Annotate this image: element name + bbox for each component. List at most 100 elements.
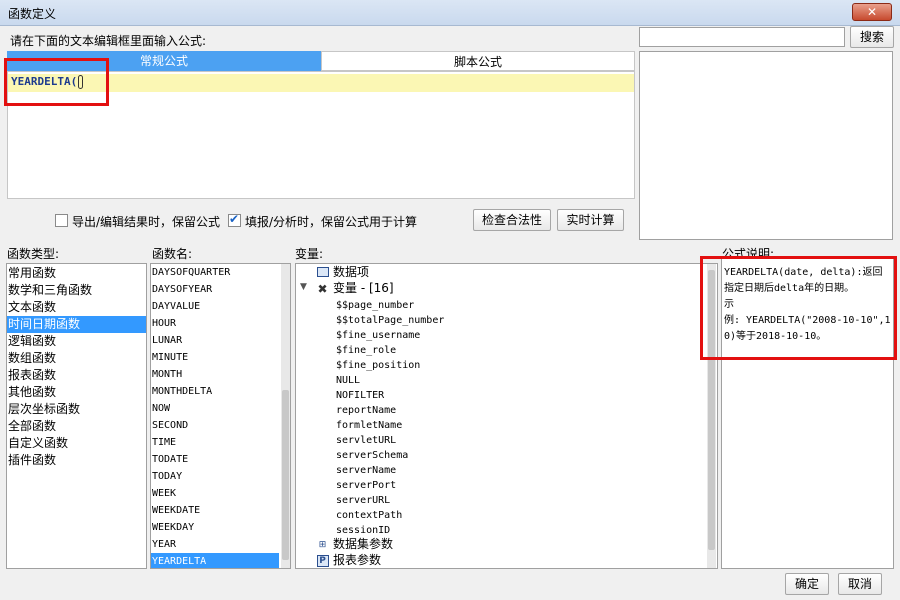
variable-item[interactable]: reportName xyxy=(336,402,396,417)
function-type-item[interactable]: 数学和三角函数 xyxy=(7,282,146,299)
tree-item-data-items[interactable]: 数据项 xyxy=(316,265,369,280)
function-name-item[interactable]: TODATE xyxy=(151,451,279,468)
search-results-panel xyxy=(639,51,893,240)
tree-item-label: 数据项 xyxy=(333,265,370,279)
report-params-icon: P xyxy=(316,554,329,567)
function-type-item[interactable]: 报表函数 xyxy=(7,367,146,384)
variable-item[interactable]: $fine_role xyxy=(336,342,396,357)
variable-item[interactable]: sessionID xyxy=(336,522,390,537)
function-name-item[interactable]: DAYSOFYEAR xyxy=(151,281,279,298)
function-type-item[interactable]: 逻辑函数 xyxy=(7,333,146,350)
variable-item[interactable]: $$page_number xyxy=(336,297,414,312)
export-keep-formula-label: 导出/编辑结果时，保留公式 xyxy=(72,215,221,229)
function-name-item[interactable]: SECOND xyxy=(151,417,279,434)
tree-item-label: 变量 - [16] xyxy=(333,281,394,295)
dataset-params-icon: ⊞ xyxy=(318,539,327,550)
tree-item-label: reportName xyxy=(336,405,397,416)
variable-item[interactable]: serverName xyxy=(336,462,396,477)
variable-item[interactable]: serverURL xyxy=(336,492,390,507)
function-type-item[interactable]: 自定义函数 xyxy=(7,435,146,452)
tree-item-label: $$totalPage_number xyxy=(336,315,445,326)
function-type-item[interactable]: 文本函数 xyxy=(7,299,146,316)
window-title: 函数定义 xyxy=(8,7,57,21)
variable-item[interactable]: $fine_position xyxy=(336,357,420,372)
function-type-item[interactable]: 插件函数 xyxy=(7,452,146,469)
variable-item[interactable]: contextPath xyxy=(336,507,402,522)
function-name-item[interactable]: WEEKDATE xyxy=(151,502,279,519)
variables-header: 变量: xyxy=(295,247,324,261)
function-type-item[interactable]: 时间日期函数 xyxy=(7,316,146,333)
function-name-item[interactable]: YEARDELTA xyxy=(151,553,279,568)
ok-button[interactable]: 确定 xyxy=(785,573,829,595)
function-name-item[interactable]: MINUTE xyxy=(151,349,279,366)
close-button[interactable]: ✕ xyxy=(852,3,892,21)
function-name-scrollbar[interactable] xyxy=(281,264,290,568)
variable-item[interactable]: formletName xyxy=(336,417,402,432)
function-type-item[interactable]: 全部函数 xyxy=(7,418,146,435)
tree-item-label: $$page_number xyxy=(336,300,415,311)
function-type-header: 函数类型: xyxy=(7,247,60,261)
function-name-item[interactable]: LUNAR xyxy=(151,332,279,349)
function-type-item[interactable]: 其他函数 xyxy=(7,384,146,401)
function-name-scroll-thumb[interactable] xyxy=(282,390,289,560)
search-input[interactable] xyxy=(639,27,845,47)
cancel-button[interactable]: 取消 xyxy=(838,573,882,595)
function-name-list: DAYSOFQUARTER DAYSOFYEAR DAYVALUE HOUR LUNAR… xyxy=(150,263,291,569)
function-name-item[interactable]: MONTHDELTA xyxy=(151,383,279,400)
function-type-item[interactable]: 数组函数 xyxy=(7,350,146,367)
variables-group-icon: ✖ xyxy=(317,281,328,296)
function-name-item[interactable]: DAYVALUE xyxy=(151,298,279,315)
fill-keep-formula-label: 填报/分析时，保留公式用于计算 xyxy=(245,215,418,229)
tree-item-label: serverName xyxy=(336,465,397,476)
function-name-item[interactable]: MONTH xyxy=(151,366,279,383)
variable-item[interactable]: $$totalPage_number xyxy=(336,312,444,327)
tree-item-label: serverPort xyxy=(336,480,397,491)
variable-item[interactable]: NOFILTER xyxy=(336,387,384,402)
function-name-item[interactable]: WEEKDAY xyxy=(151,519,279,536)
title-bar: 函数定义 ✕ xyxy=(0,0,900,26)
variable-item[interactable]: servletURL xyxy=(336,432,396,447)
variable-item[interactable]: NULL xyxy=(336,372,360,387)
function-name-item[interactable]: TODAY xyxy=(151,468,279,485)
fill-keep-formula-checkbox[interactable] xyxy=(228,212,241,227)
tree-item-label: $fine_role xyxy=(336,345,397,356)
variable-item[interactable]: serverPort xyxy=(336,477,396,492)
tree-item-label: serverURL xyxy=(336,495,391,506)
annotation-box-editor xyxy=(4,58,109,106)
tree-item-label: 数据集参数 xyxy=(333,537,394,551)
realtime-calc-button[interactable]: 实时计算 xyxy=(557,209,624,231)
function-name-item[interactable]: YEAR xyxy=(151,536,279,553)
tree-item-label: servletURL xyxy=(336,435,397,446)
variables-tree: 数据项 ▼ ✖ 变量 - [16] $$page_number $$totalPage_n… xyxy=(295,263,718,569)
variable-item[interactable]: serverSchema xyxy=(336,447,408,462)
tree-item-variables-group[interactable]: ✖ 变量 - [16] xyxy=(316,281,394,296)
search-button[interactable]: 搜索 xyxy=(850,26,894,48)
function-type-item[interactable]: 常用函数 xyxy=(7,265,146,282)
variable-item[interactable]: $fine_username xyxy=(336,327,420,342)
function-name-item[interactable]: NOW xyxy=(151,400,279,417)
tree-item-dataset-params[interactable]: ⊞ 数据集参数 xyxy=(316,537,393,552)
tree-item-report-params[interactable]: P 报表参数 xyxy=(316,553,381,568)
tab-script-formula[interactable]: 脚本公式 xyxy=(321,51,635,71)
annotation-box-description xyxy=(700,256,897,360)
function-name-item[interactable]: WEEK xyxy=(151,485,279,502)
tree-item-label: sessionID xyxy=(336,525,391,536)
function-type-list: 常用函数 数学和三角函数 文本函数 时间日期函数 逻辑函数 数组函数 报表函数 其他函数 层次坐… xyxy=(6,263,147,569)
tree-item-label: NULL xyxy=(336,375,361,386)
tree-item-label: $fine_position xyxy=(336,360,421,371)
expand-toggle-icon[interactable]: ▼ xyxy=(300,282,307,292)
prompt-label: 请在下面的文本编辑框里面输入公式: xyxy=(10,34,207,48)
function-type-item[interactable]: 层次坐标函数 xyxy=(7,401,146,418)
check-validity-button[interactable]: 检查合法性 xyxy=(473,209,551,231)
tree-item-label: serverSchema xyxy=(336,450,409,461)
tree-item-label: formletName xyxy=(336,420,403,431)
function-name-item[interactable]: DAYSOFQUARTER xyxy=(151,264,279,281)
function-name-item[interactable]: TIME xyxy=(151,434,279,451)
tree-item-label: contextPath xyxy=(336,510,403,521)
function-name-item[interactable]: HOUR xyxy=(151,315,279,332)
tree-item-label: 报表参数 xyxy=(333,553,382,567)
tree-item-label: $fine_username xyxy=(336,330,421,341)
function-name-header: 函数名: xyxy=(152,247,193,261)
export-keep-formula-checkbox[interactable] xyxy=(55,214,68,227)
data-items-icon xyxy=(316,266,329,279)
